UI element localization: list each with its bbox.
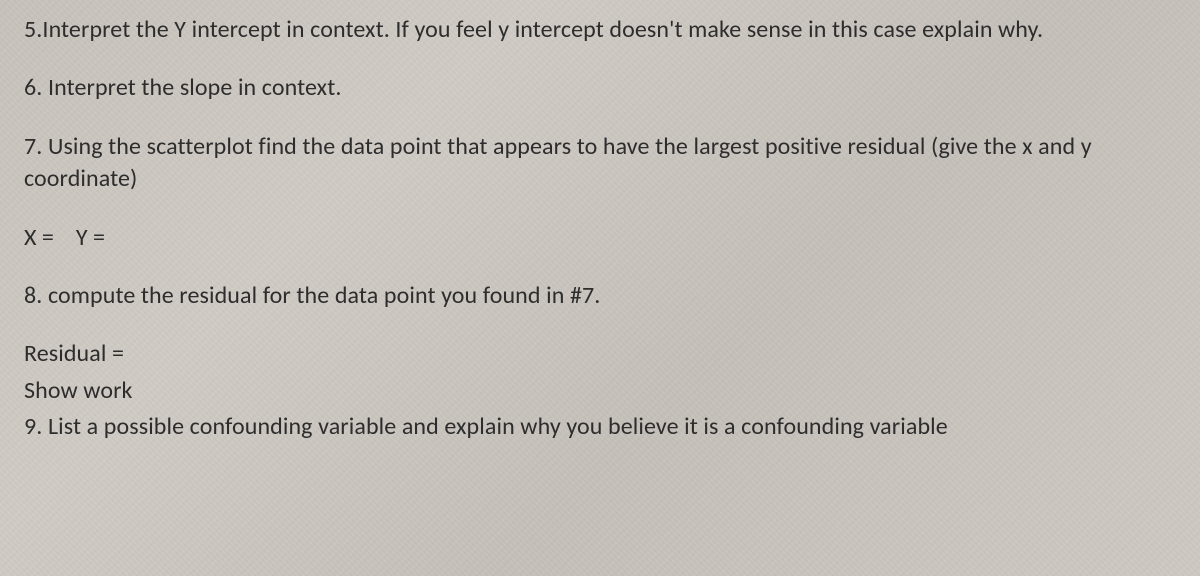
question-7: 7. Using the scatterplot find the data p… <box>24 131 1176 196</box>
x-equals-label: X = <box>24 223 54 252</box>
y-equals-label: Y = <box>76 223 105 252</box>
residual-equals-label: Residual = <box>24 338 1176 370</box>
question-9: 9. List a possible confounding variable … <box>24 411 1176 443</box>
question-8: 8. compute the residual for the data poi… <box>24 280 1176 312</box>
question-7-answer-line: X = Y = <box>24 222 1176 254</box>
worksheet-page: 5.Interpret the Y intercept in context. … <box>0 0 1200 576</box>
question-6: 6. Interpret the slope in context. <box>24 72 1176 104</box>
show-work-label: Show work <box>24 375 1176 407</box>
question-5: 5.Interpret the Y intercept in context. … <box>24 14 1176 46</box>
